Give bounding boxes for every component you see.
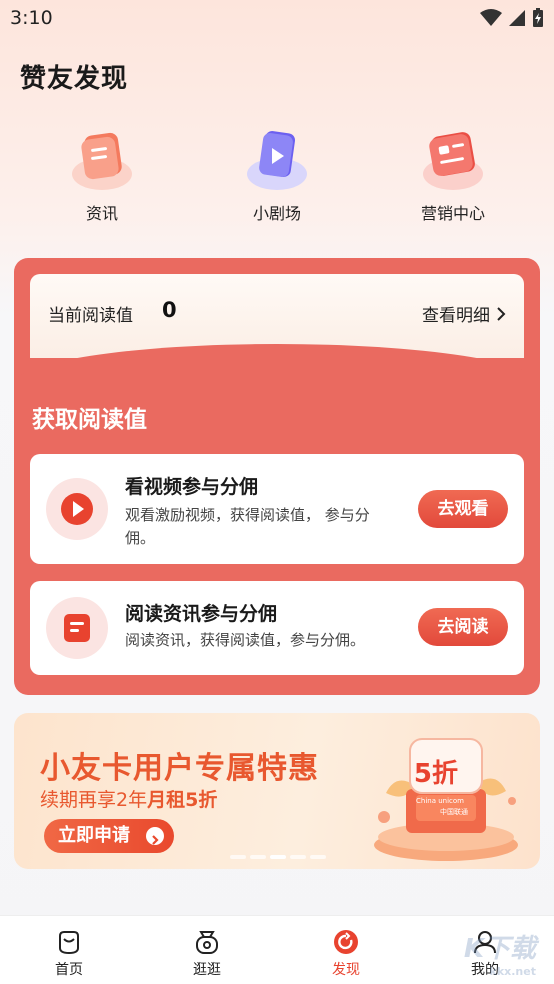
tab-home[interactable]: 首页 [29,928,109,979]
discover-icon [332,928,360,956]
earn-read-value-title: 获取阅读值 [32,407,147,433]
tab-label: 逛逛 [193,962,221,978]
task-description: 观看激励视频，获得阅读值， 参与分佣。 [125,506,370,547]
unicom-brand-en: China unicom [416,797,464,805]
chevron-right-icon [497,306,506,321]
news-icon [70,128,134,192]
quick-entry-theater[interactable]: 小剧场 [217,128,337,224]
apply-now-button[interactable]: 立即申请 [44,819,174,853]
browse-icon [193,928,221,956]
carousel-dot-active [270,855,286,859]
arrow-right-icon [146,827,164,845]
video-play-icon [245,128,309,192]
go-watch-button[interactable]: 去观看 [418,490,508,528]
go-read-button[interactable]: 去阅读 [418,608,508,646]
status-bar: 3:10 [0,0,554,36]
banner-title: 小友卡用户专属特惠 [40,751,319,786]
play-icon [46,478,108,540]
page-title: 赞友发现 [20,64,129,94]
carousel-dot [290,855,306,859]
tab-discover[interactable]: 发现 [306,928,386,979]
carousel-dot [250,855,266,859]
apply-now-label: 立即申请 [58,825,130,846]
home-icon [55,928,83,956]
battery-icon [533,8,543,27]
wifi-icon [480,9,502,26]
current-read-value: 0 [162,298,177,322]
status-icons [480,8,544,28]
banner-subtitle-highlight: 月租5折 [147,789,218,811]
marketing-icon [421,128,485,192]
discount-tag: 5折 [413,759,458,789]
quick-entry-news[interactable]: 资讯 [42,128,162,224]
watermark-url: kkx.net [489,965,536,978]
quick-entries: 资讯 小剧场 营销中心 [0,128,554,228]
task-watch-video: 看视频参与分佣 观看激励视频，获得阅读值， 参与分佣。 去观看 [30,454,524,564]
tab-browse[interactable]: 逛逛 [167,928,247,979]
watermark-text: K下载 [463,934,536,964]
unicom-brand-cn: 中国联通 [440,808,468,816]
article-icon [46,597,108,659]
task-title: 阅读资讯参与分佣 [125,603,278,625]
tab-label: 首页 [55,962,83,978]
status-time: 3:10 [10,7,53,29]
quick-entry-marketing[interactable]: 营销中心 [393,128,513,224]
tab-label: 发现 [332,962,360,978]
carousel-dot [230,855,246,859]
read-value-card: 当前阅读值 0 查看明细 获取阅读值 看视频参与分佣 观看激励视频，获得阅读值，… [14,258,540,695]
quick-entry-label: 小剧场 [252,204,301,223]
carousel-dot [310,855,326,859]
task-title: 看视频参与分佣 [125,476,259,498]
view-detail-label: 查看明细 [422,306,490,326]
watermark: K下载 kkx.net [464,928,536,978]
promo-banner[interactable]: 小友卡用户专属特惠 续期再享2年月租5折 立即申请 5折 China unico… [14,713,540,869]
quick-entry-label: 资讯 [85,204,118,223]
task-read-news: 阅读资讯参与分佣 阅读资讯，获得阅读值，参与分佣。 去阅读 [30,581,524,675]
signal-icon [509,10,525,26]
banner-subtitle: 续期再享2年月租5折 [40,785,217,812]
banner-subtitle-prefix: 续期再享2年 [40,789,148,811]
task-description: 阅读资讯，获得阅读值，参与分佣。 [125,631,366,649]
carousel-indicator [230,855,326,859]
view-detail-link[interactable]: 查看明细 [422,301,506,326]
current-read-value-panel: 当前阅读值 0 查看明细 [14,274,540,384]
quick-entry-label: 营销中心 [420,204,485,223]
current-read-value-label: 当前阅读值 [48,306,133,326]
